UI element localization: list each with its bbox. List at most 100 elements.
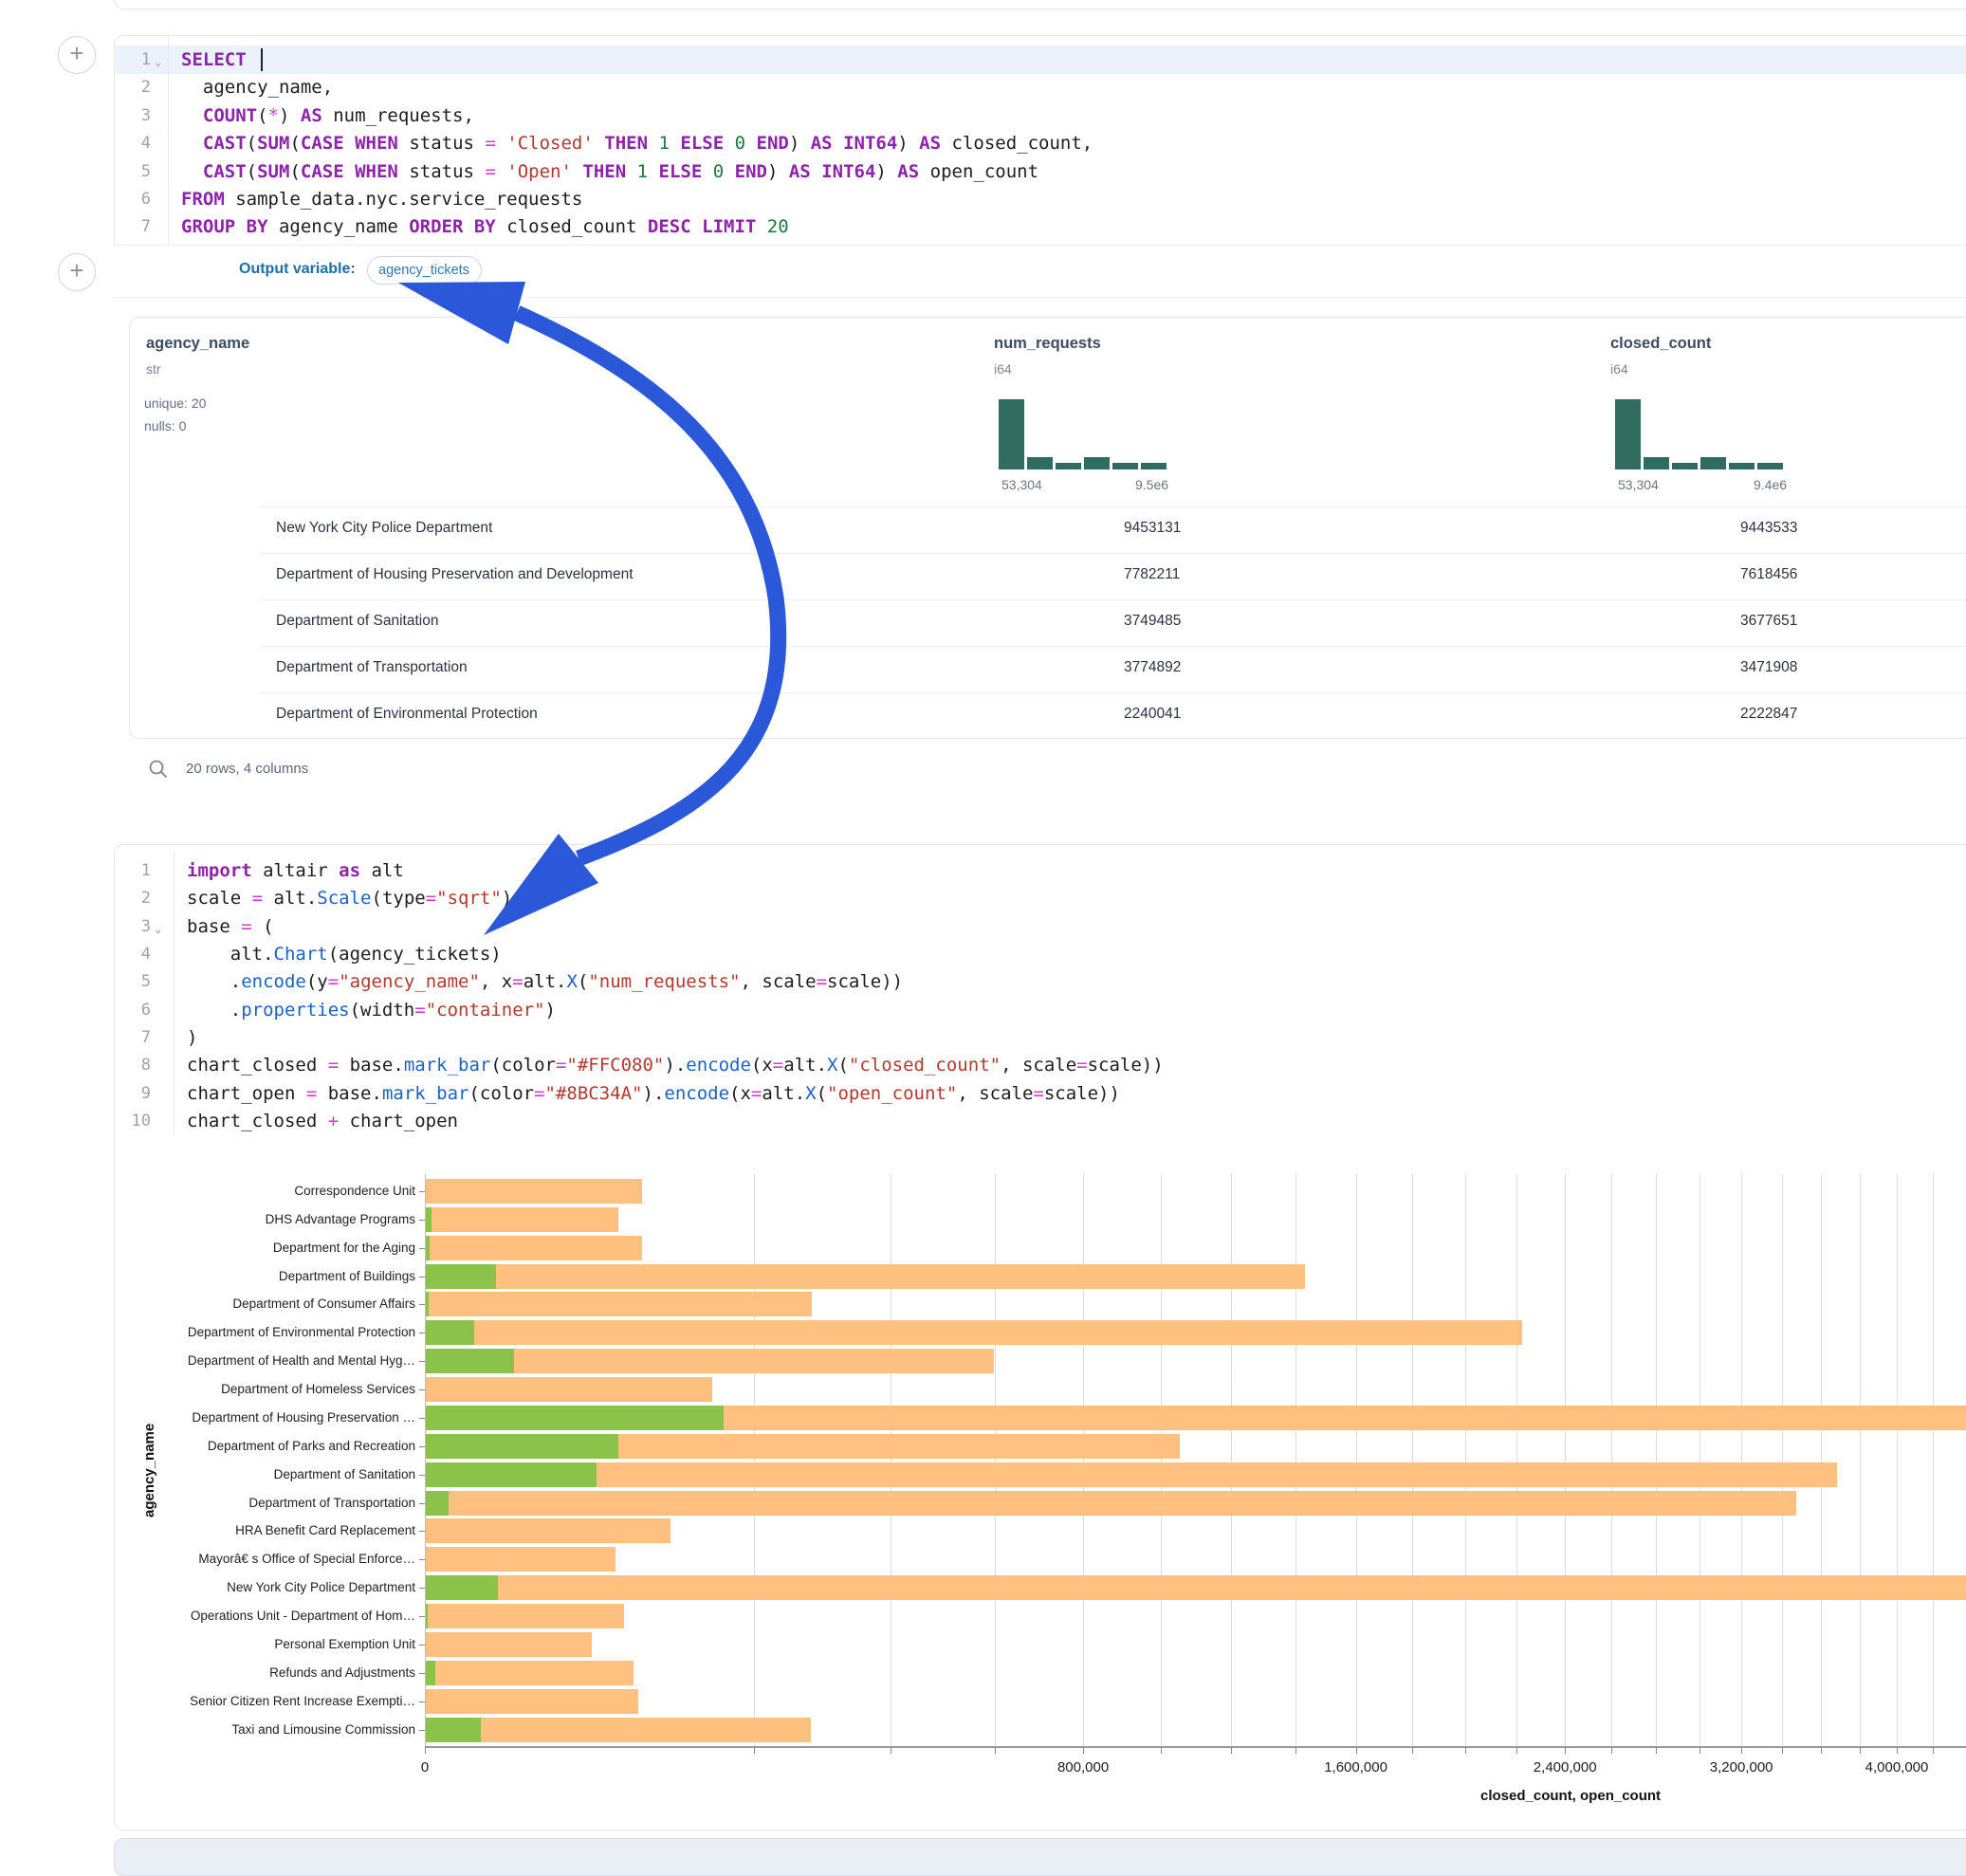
y-axis-label: Department of Sanitation	[131, 1467, 415, 1481]
code-text: CAST(SUM(CASE WHEN status = 'Open' THEN …	[181, 157, 1038, 186]
code-line[interactable]: 8chart_closed = base.mark_bar(color="#FF…	[115, 1051, 1966, 1079]
y-axis-tick	[419, 1446, 425, 1447]
y-axis-label: Department of Transportation	[131, 1496, 415, 1510]
python-cell: 1import altair as alt2scale = alt.Scale(…	[114, 844, 1966, 1830]
table-row[interactable]: Department of Sanitation 3749485 3677651	[260, 599, 1966, 647]
cell-closed-count: 3471908	[1740, 659, 1797, 676]
num-requests-histogram	[999, 399, 1167, 469]
chart-bar-closed	[426, 1320, 1523, 1345]
chevron-down-icon[interactable]: ⌄	[155, 47, 161, 76]
chart-bar-open	[426, 1661, 435, 1685]
python-code-editor[interactable]: 1import altair as alt2scale = alt.Scale(…	[115, 856, 1966, 1141]
code-text: .encode(y="agency_name", x=alt.X("num_re…	[187, 967, 903, 996]
chart-gridline	[1860, 1174, 1861, 1746]
x-axis-tick-label: 2,400,000	[1534, 1759, 1597, 1775]
x-axis-tick-label: 4,000,000	[1865, 1759, 1929, 1775]
table-row[interactable]: Department of Transportation377489234719…	[260, 646, 1966, 693]
search-icon[interactable]	[148, 759, 169, 780]
code-text: FROM sample_data.nyc.service_requests	[181, 185, 582, 213]
y-axis-label: Department of Homeless Services	[131, 1382, 415, 1396]
chart-bar-closed	[426, 1604, 625, 1628]
code-text: base = (	[187, 912, 274, 941]
code-line[interactable]: 7GROUP BY agency_name ORDER BY closed_co…	[115, 212, 1966, 241]
line-number: 4	[120, 129, 151, 157]
y-axis-tick	[419, 1503, 425, 1504]
output-variable-bar: Output variable: agency_tickets	[114, 245, 1966, 298]
chart-bar-open	[426, 1292, 429, 1316]
y-axis-tick	[419, 1730, 425, 1731]
chart-bar-open	[426, 1207, 432, 1232]
y-axis-tick	[419, 1248, 425, 1249]
column-type: i64	[994, 361, 1012, 377]
code-line[interactable]: 10chart_closed + chart_open	[115, 1107, 1966, 1135]
y-axis-tick	[419, 1220, 425, 1221]
cell-num-requests: 3774892	[1124, 659, 1181, 676]
code-line[interactable]: 3⌄base = (	[115, 912, 1966, 941]
hist-max-label: 9.5e6	[1135, 477, 1168, 492]
y-axis-label: Refunds and Adjustments	[131, 1665, 415, 1680]
y-axis-tick	[419, 1559, 425, 1560]
cell-closed-count: 2222847	[1740, 706, 1797, 723]
closed-count-histogram	[1615, 399, 1783, 469]
chart-gridline	[1656, 1174, 1657, 1746]
histogram-bar	[1027, 457, 1053, 469]
y-axis-tick	[419, 1588, 425, 1589]
chart-bar-closed	[426, 1718, 811, 1742]
code-line[interactable]: 4 CAST(SUM(CASE WHEN status = 'Closed' T…	[115, 129, 1966, 157]
chart-bar-closed	[426, 1236, 643, 1260]
code-line[interactable]: 2 agency_name,	[115, 73, 1966, 101]
code-line[interactable]: 3 COUNT(*) AS num_requests,	[115, 101, 1966, 130]
table-row[interactable]: Department of Housing Preservation and D…	[260, 553, 1966, 600]
code-line[interactable]: 6FROM sample_data.nyc.service_requests	[115, 185, 1966, 213]
x-axis-line	[425, 1746, 1966, 1748]
x-axis-tick	[1821, 1747, 1822, 1754]
chevron-down-icon[interactable]: ⌄	[155, 914, 161, 943]
code-line[interactable]: 9chart_open = base.mark_bar(color="#8BC3…	[115, 1079, 1966, 1108]
cell-agency-name: New York City Police Department	[276, 520, 492, 537]
x-axis-tick	[754, 1747, 755, 1754]
column-type: str	[146, 361, 161, 377]
code-line[interactable]: 5 CAST(SUM(CASE WHEN status = 'Open' THE…	[115, 157, 1966, 186]
y-axis-tick	[419, 1673, 425, 1674]
cell-num-requests: 3749485	[1124, 613, 1181, 630]
x-axis-tick	[425, 1747, 426, 1754]
y-axis-tick	[419, 1475, 425, 1476]
cell-closed-count: 3677651	[1740, 613, 1797, 630]
add-cell-button-middle[interactable]: +	[58, 253, 96, 291]
code-line[interactable]: 2scale = alt.Scale(type="sqrt")	[115, 884, 1966, 912]
y-axis-tick	[419, 1616, 425, 1617]
code-line[interactable]: 4 alt.Chart(agency_tickets)	[115, 940, 1966, 968]
x-axis-tick	[995, 1747, 996, 1754]
code-line[interactable]: 1import altair as alt	[115, 856, 1966, 885]
code-text: .properties(width="container")	[187, 996, 556, 1024]
y-axis-label: Operations Unit - Department of Hom…	[131, 1609, 415, 1623]
code-line[interactable]: 5 .encode(y="agency_name", x=alt.X("num_…	[115, 967, 1966, 996]
histogram-bar	[1084, 457, 1110, 469]
cell-agency-name: Department of Sanitation	[276, 613, 438, 630]
table-row[interactable]: Department of Environmental Protection22…	[260, 692, 1966, 739]
chart-gridline	[1161, 1174, 1162, 1746]
y-axis-tick	[419, 1304, 425, 1305]
table-row[interactable]: New York City Police Department945313194…	[260, 506, 1966, 554]
y-axis-tick	[419, 1361, 425, 1362]
add-cell-button-top[interactable]: +	[58, 36, 96, 74]
code-line[interactable]: 6 .properties(width="container")	[115, 996, 1966, 1024]
output-variable-pill[interactable]: agency_tickets	[367, 256, 482, 285]
hist-min-label: 53,304	[1618, 477, 1659, 492]
line-number: 9	[120, 1079, 151, 1108]
code-line[interactable]: 1⌄SELECT	[115, 46, 1966, 74]
code-line[interactable]: 7)	[115, 1023, 1966, 1052]
chart-bar-closed	[426, 1575, 1966, 1600]
x-axis-tick	[1465, 1747, 1466, 1754]
line-number: 1	[120, 46, 151, 74]
x-axis-title: closed_count, open_count	[1480, 1788, 1661, 1804]
chart-gridline	[1295, 1174, 1296, 1746]
x-axis-tick	[1083, 1747, 1084, 1754]
y-axis-tick	[419, 1645, 425, 1646]
cell-closed-count: 7618456	[1740, 566, 1797, 583]
line-number: 2	[120, 884, 151, 912]
x-axis-tick-label: 1,600,000	[1324, 1759, 1387, 1775]
histogram-bar	[1112, 463, 1138, 469]
chart-bar-open	[426, 1434, 619, 1459]
y-axis-label: Department of Parks and Recreation	[131, 1439, 415, 1453]
